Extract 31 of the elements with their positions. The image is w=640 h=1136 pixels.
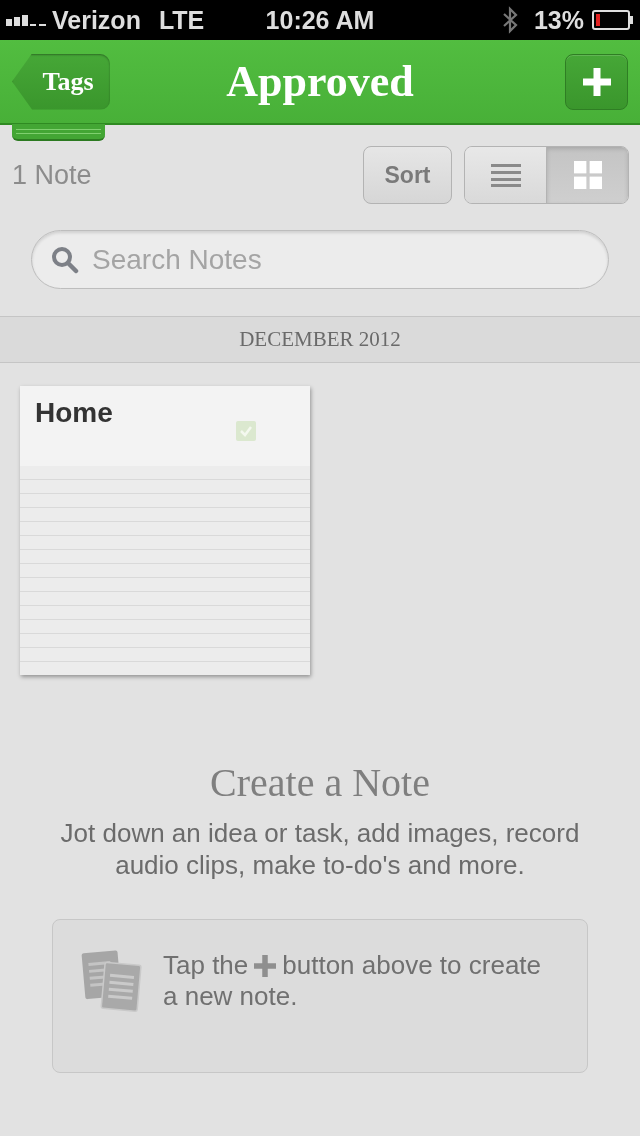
check-icon [236, 421, 256, 441]
note-card[interactable]: Home [20, 386, 310, 675]
carrier-name: Verizon [52, 7, 141, 33]
plus-icon [582, 67, 611, 96]
tip-text: Tap the [163, 950, 249, 981]
note-title: Home [35, 399, 113, 427]
sort-button[interactable]: Sort [363, 146, 452, 204]
list-view-button[interactable] [465, 147, 546, 203]
signal-icon [6, 14, 46, 26]
battery-percent: 13% [533, 7, 584, 33]
search-field[interactable]: Search Notes [31, 230, 609, 289]
bluetooth-icon [501, 6, 518, 34]
clock-time: 10:26 AM [265, 7, 375, 33]
plus-icon [254, 954, 277, 977]
section-date: DECEMBER 2012 [239, 325, 401, 353]
documents-icon [81, 948, 143, 1014]
empty-state-description: Jot down an idea or task, add images, record audio clips, make to-do's and more. [59, 817, 581, 881]
back-button[interactable]: Tags [12, 53, 110, 110]
nav-title: Approved [226, 59, 414, 104]
battery-icon [592, 10, 634, 30]
tip-text: a new note. [163, 981, 298, 1012]
search-input[interactable]: Search Notes [92, 238, 608, 281]
empty-state-title: Create a Note [210, 763, 430, 803]
add-note-button[interactable] [565, 53, 628, 110]
tip-text: button above to create [282, 950, 542, 981]
grid-view-button[interactable] [546, 147, 628, 203]
list-icon [490, 163, 521, 187]
search-icon [51, 245, 79, 274]
network-type: LTE [158, 7, 205, 33]
grid-icon [573, 161, 602, 189]
note-count: 1 Note [12, 159, 92, 190]
